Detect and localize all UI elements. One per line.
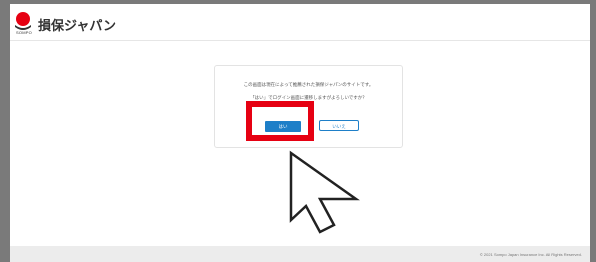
copyright-text: © 2021 Sompo Japan Insurance Inc. All Ri…	[479, 252, 582, 257]
logo-subtext: SOMPO	[16, 30, 32, 35]
highlight-box	[246, 101, 314, 141]
brand-name: 損保ジャパン	[38, 19, 117, 34]
site-header: SOMPO 損保ジャパン	[10, 4, 590, 41]
site-footer: © 2021 Sompo Japan Insurance Inc. All Ri…	[10, 246, 590, 262]
no-button[interactable]: いいえ	[319, 120, 359, 131]
arrow-cursor-icon	[289, 150, 360, 234]
dialog-message-1: この画面は現在によって推薦された損保ジャパンのサイトです。	[243, 82, 374, 87]
